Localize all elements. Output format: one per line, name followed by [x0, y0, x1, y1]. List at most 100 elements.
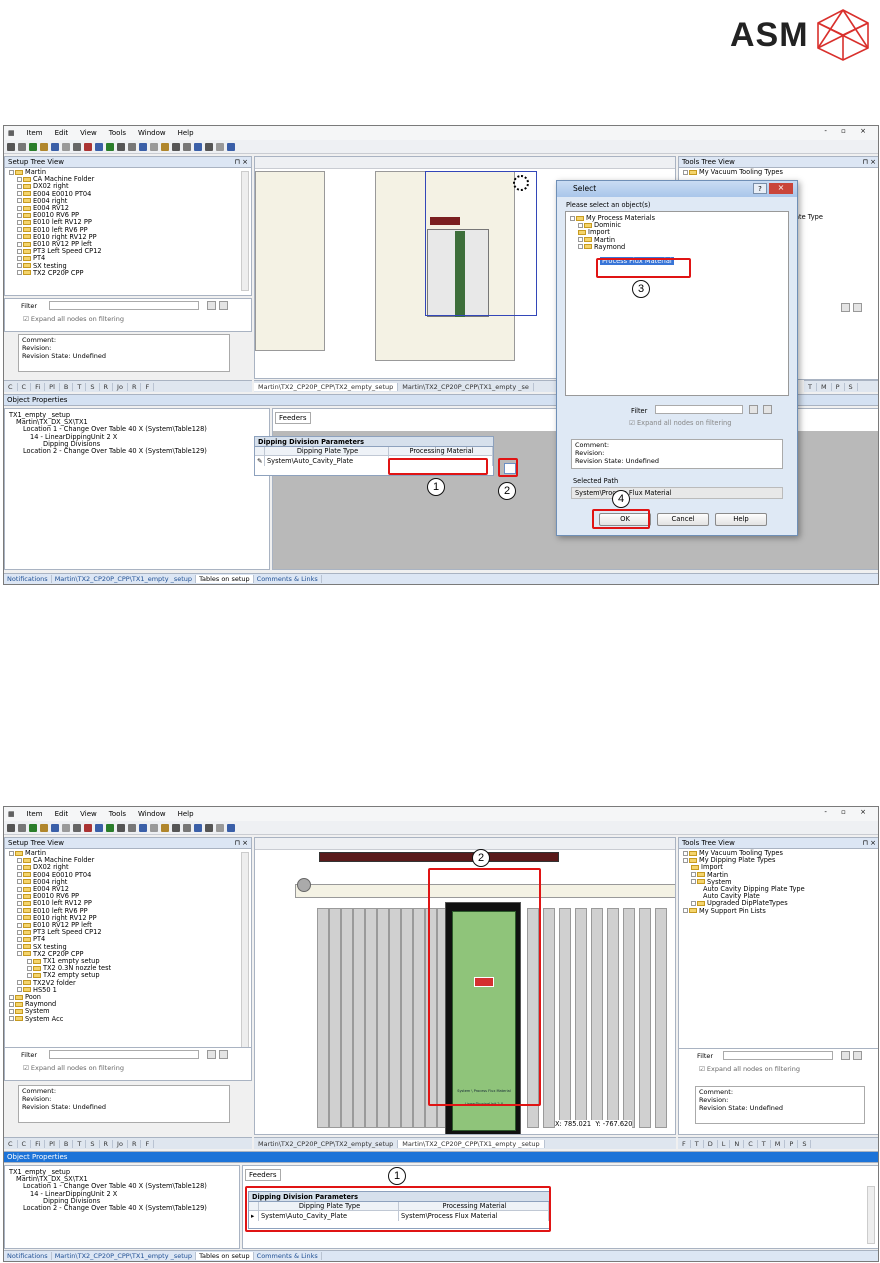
toolbar-icon[interactable]: [84, 142, 92, 151]
menu-item[interactable]: Item: [27, 810, 43, 818]
tree-item[interactable]: My Vacuum Tooling Types: [683, 168, 875, 176]
menu-item[interactable]: Window: [138, 810, 166, 818]
toolbar-icon[interactable]: [227, 823, 235, 832]
toolbar-icon[interactable]: [194, 142, 202, 151]
toolbar-icon[interactable]: [172, 823, 180, 832]
toolbar-icon[interactable]: [40, 142, 48, 151]
pin-icon[interactable]: ⊓ ×: [862, 157, 876, 168]
scrollbar[interactable]: [867, 1186, 875, 1244]
tree-item[interactable]: Raymond: [570, 243, 784, 251]
toolbar-icon[interactable]: [51, 823, 59, 832]
feeders-tab[interactable]: Feeders: [275, 412, 311, 424]
toolbar-icon[interactable]: [194, 823, 202, 832]
tree-item[interactable]: HS50 1: [9, 986, 247, 994]
toolbar-icon[interactable]: [84, 823, 92, 832]
menu-item[interactable]: Tools: [109, 810, 126, 818]
toolbar-icon[interactable]: [216, 142, 224, 151]
dialog-filter-input[interactable]: [655, 405, 743, 414]
menu-item[interactable]: Edit: [55, 129, 69, 137]
pin-icon[interactable]: ⊓ ×: [234, 157, 248, 168]
menu-item[interactable]: Window: [138, 129, 166, 137]
toolbar-icon[interactable]: [150, 142, 158, 151]
filter-input[interactable]: [723, 1051, 833, 1060]
toolbar-icon[interactable]: [161, 142, 169, 151]
pin-icon[interactable]: ⊓ ×: [234, 838, 248, 849]
clear-filter-button[interactable]: [763, 405, 772, 414]
toolbar-icon[interactable]: [106, 142, 114, 151]
menu-item[interactable]: Help: [178, 810, 194, 818]
toolbar-icon[interactable]: [117, 823, 125, 832]
toolbar-icon[interactable]: [128, 142, 136, 151]
expand-checkbox[interactable]: ☑ Expand all nodes on filtering: [699, 1065, 800, 1073]
toolbar-icon[interactable]: [18, 142, 26, 151]
filter-button[interactable]: [207, 301, 216, 310]
toolbar-icon[interactable]: [51, 142, 59, 151]
toolbar-icon[interactable]: [62, 142, 70, 151]
expand-checkbox[interactable]: ☑ Expand all nodes on filtering: [23, 315, 124, 323]
toolbar-icon[interactable]: [95, 142, 103, 151]
menu-item[interactable]: Tools: [109, 129, 126, 137]
toolbar-icon[interactable]: [216, 823, 224, 832]
help-button[interactable]: Help: [715, 513, 767, 526]
help-icon[interactable]: ?: [753, 183, 767, 194]
toolbar-icon[interactable]: [62, 823, 70, 832]
document-tab[interactable]: Martin\TX2_CP20P_CPP\TX2_empty_setup: [254, 382, 399, 391]
pin-icon[interactable]: ⊓ ×: [862, 838, 876, 849]
filter-input[interactable]: [49, 301, 199, 310]
toolbar-icon[interactable]: [139, 823, 147, 832]
toolbar-icon[interactable]: [29, 823, 37, 832]
close-icon[interactable]: ×: [769, 183, 793, 194]
toolbar-icon[interactable]: [128, 823, 136, 832]
tree-item[interactable]: Location 2 - Change Over Table 40 X (Sys…: [9, 1204, 235, 1212]
filter-label: Filter: [631, 407, 648, 415]
filter-input[interactable]: [49, 1050, 199, 1059]
tree-item[interactable]: TX2 CP20P CPP: [9, 269, 247, 277]
toolbar-icon[interactable]: [139, 142, 147, 151]
toolbar-icon[interactable]: [117, 142, 125, 151]
tree-item[interactable]: My Support Pin Lists: [683, 907, 875, 915]
window-controls[interactable]: - ▫ ×: [824, 808, 872, 816]
filter-button[interactable]: [841, 1051, 850, 1060]
toolbar-icon[interactable]: [150, 823, 158, 832]
toolbar-icon[interactable]: [73, 142, 81, 151]
toolbar-icon[interactable]: [7, 823, 15, 832]
clear-filter-button[interactable]: [219, 301, 228, 310]
feeders-tab[interactable]: Feeders: [245, 1169, 281, 1181]
toolbar-icon[interactable]: [73, 823, 81, 832]
menu-item[interactable]: Item: [27, 129, 43, 137]
cancel-button[interactable]: Cancel: [657, 513, 709, 526]
menu-item[interactable]: Help: [178, 129, 194, 137]
toolbar-icon[interactable]: [29, 142, 37, 151]
scrollbar[interactable]: [241, 171, 249, 291]
expand-checkbox[interactable]: ☑ Expand all nodes on filtering: [23, 1064, 124, 1072]
menu-item[interactable]: View: [80, 810, 97, 818]
toolbar-icon[interactable]: [95, 823, 103, 832]
toolbar-icon[interactable]: [106, 823, 114, 832]
toolbar-icon[interactable]: [161, 823, 169, 832]
filter-button[interactable]: [749, 405, 758, 414]
expand-checkbox[interactable]: ☑ Expand all nodes on filtering: [629, 419, 731, 427]
clear-filter-button[interactable]: [853, 1051, 862, 1060]
toolbar-icon[interactable]: [7, 142, 15, 151]
toolbar-icon[interactable]: [183, 142, 191, 151]
toolbar-icon[interactable]: [183, 823, 191, 832]
document-tab[interactable]: Martin\TX2_CP20P_CPP\TX1_empty _setup: [398, 1139, 545, 1148]
menu-item[interactable]: Edit: [55, 810, 69, 818]
toolbar-icon[interactable]: [205, 823, 213, 832]
filter-button[interactable]: [207, 1050, 216, 1059]
scrollbar[interactable]: [241, 852, 249, 1052]
toolbar-icon[interactable]: [40, 823, 48, 832]
document-tab[interactable]: Martin\TX2_CP20P_CPP\TX2_empty_setup: [254, 1139, 399, 1148]
toolbar-icon[interactable]: [205, 142, 213, 151]
filter-button[interactable]: [841, 303, 850, 312]
toolbar-icon[interactable]: [172, 142, 180, 151]
menu-item[interactable]: View: [80, 129, 97, 137]
toolbar-icon[interactable]: [18, 823, 26, 832]
clear-filter-button[interactable]: [219, 1050, 228, 1059]
tree-item[interactable]: System Acc: [9, 1015, 247, 1023]
clear-filter-button[interactable]: [853, 303, 862, 312]
window-controls[interactable]: - ▫ ×: [824, 127, 872, 135]
document-tab[interactable]: Martin\TX2_CP20P_CPP\TX1_empty _se: [398, 382, 534, 391]
tree-item[interactable]: Location 2 - Change Over Table 40 X (Sys…: [9, 447, 265, 455]
toolbar-icon[interactable]: [227, 142, 235, 151]
